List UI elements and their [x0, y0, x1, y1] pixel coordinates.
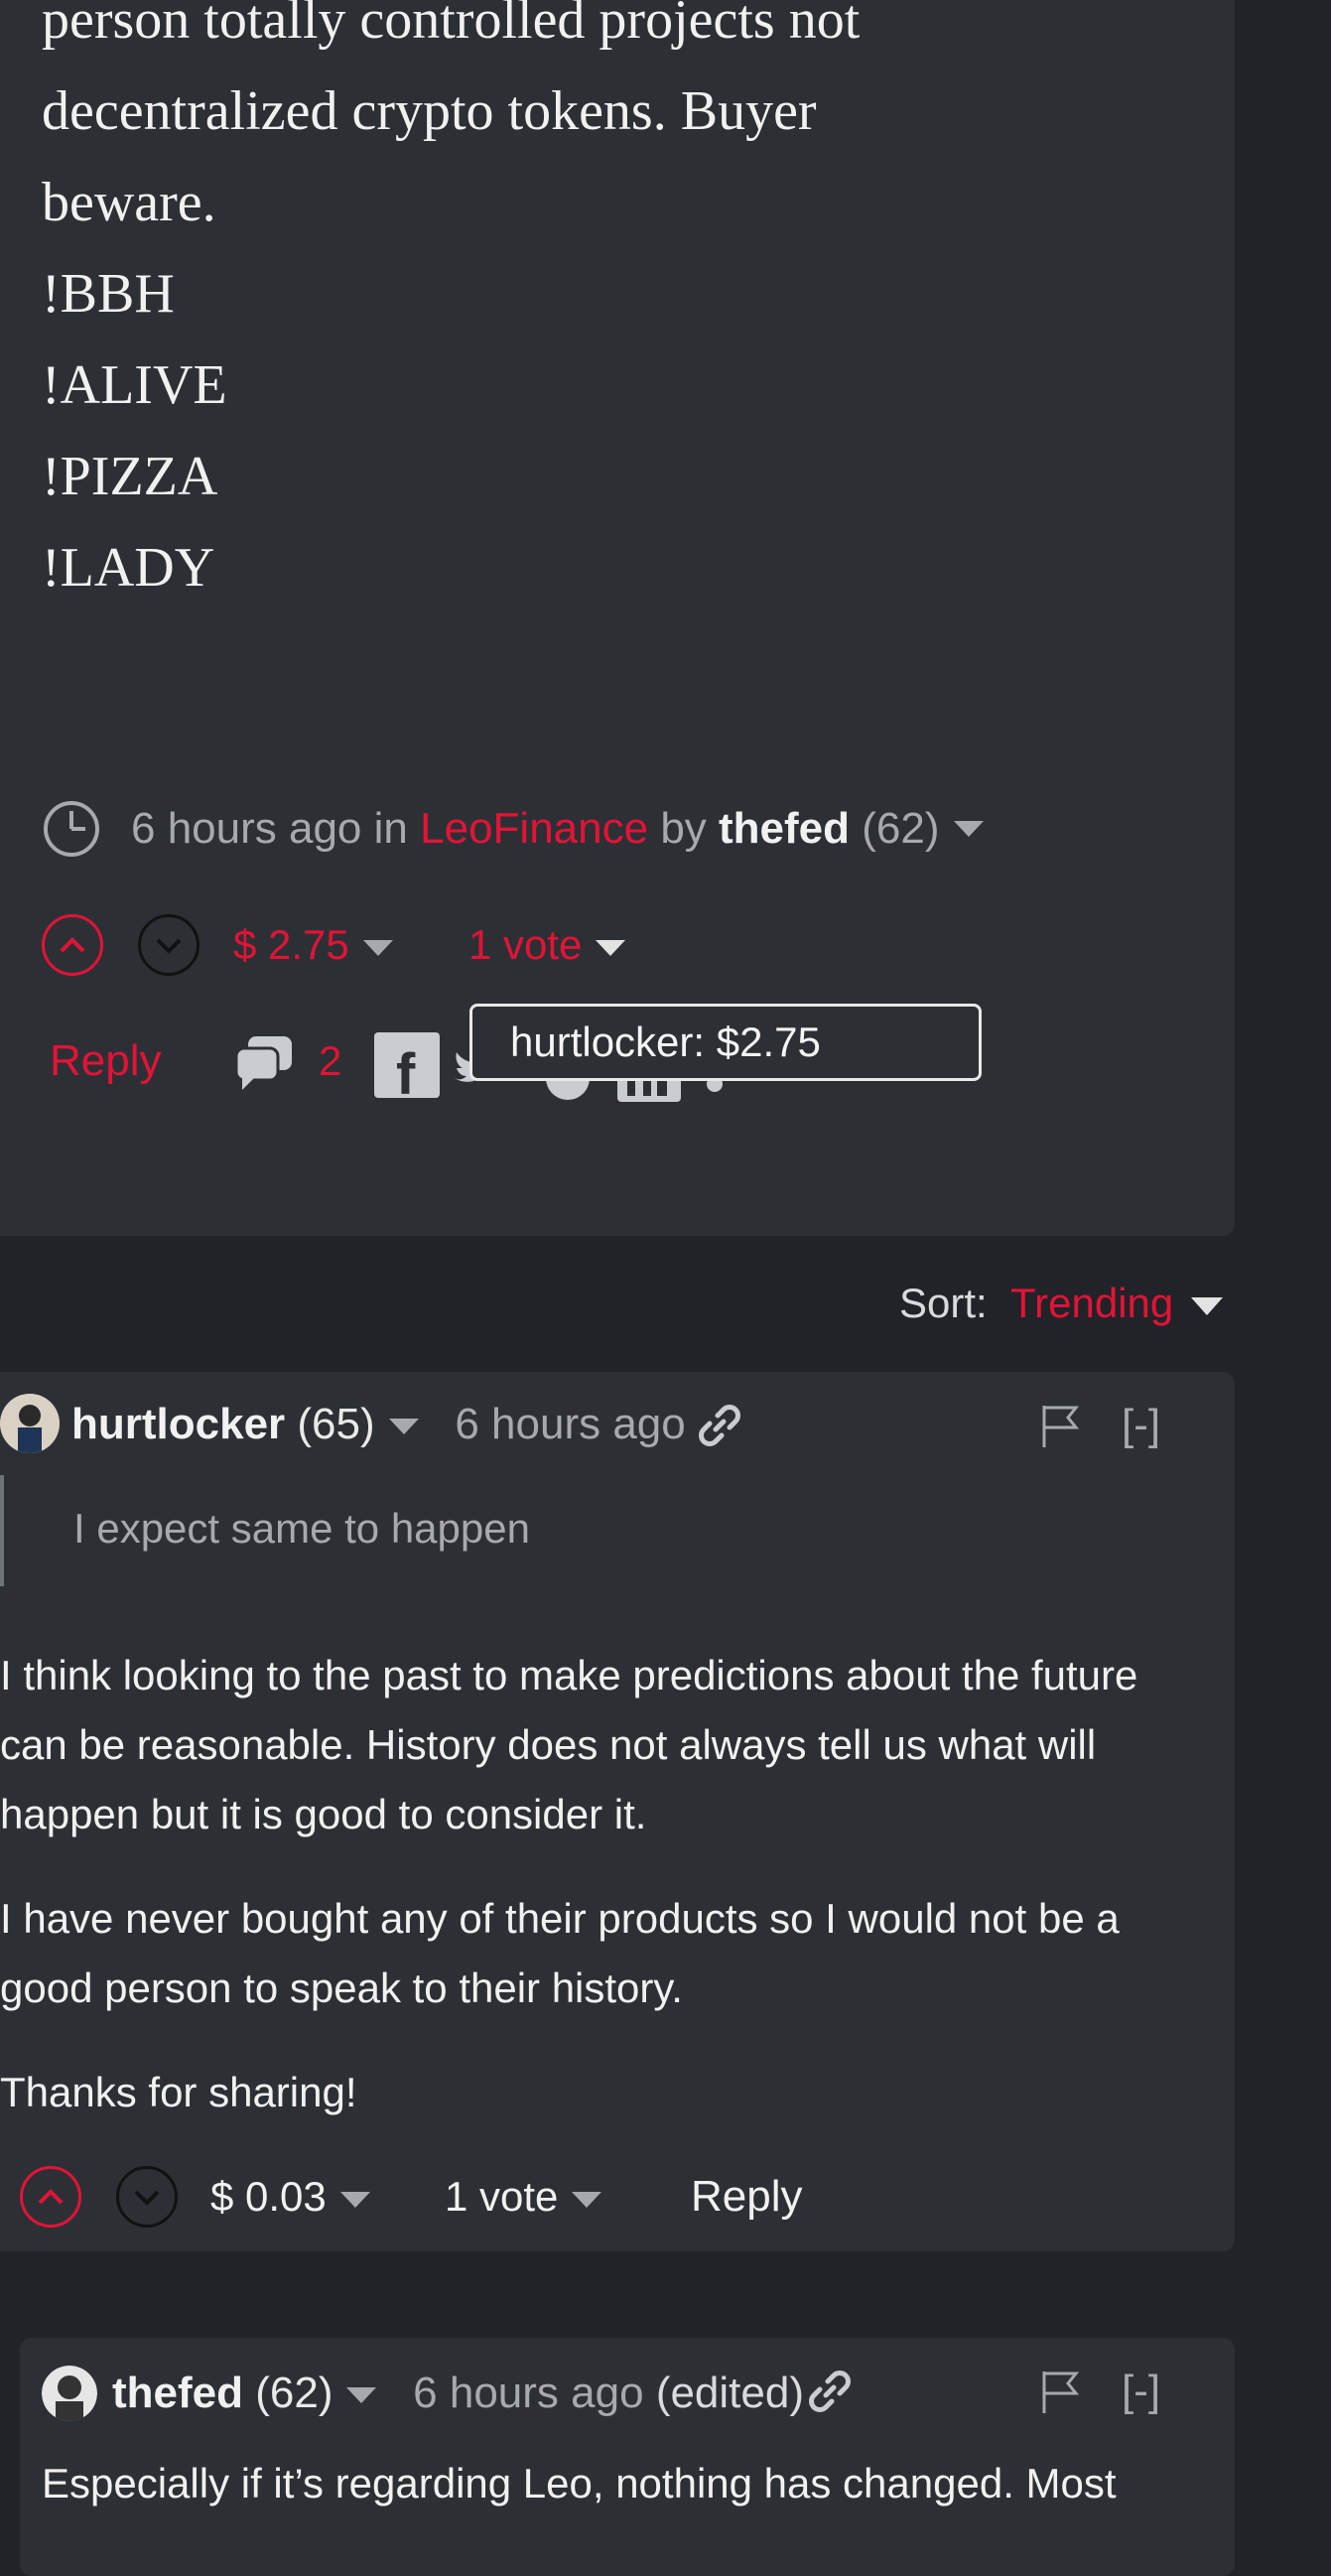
- post-text-line: decentralized crypto tokens. Buyer: [42, 80, 817, 142]
- comment-line: can be reasonable. History does not alwa…: [0, 1721, 1097, 1768]
- downvote-icon: [156, 938, 182, 954]
- by-word: by: [660, 804, 707, 853]
- post-time: 6 hours ago: [131, 804, 362, 853]
- author-link[interactable]: thefed: [719, 804, 850, 854]
- comments-icon[interactable]: [234, 1034, 296, 1090]
- comment-time[interactable]: 6 hours ago: [455, 1400, 685, 1448]
- author-reputation: (62): [862, 804, 940, 853]
- facebook-icon[interactable]: f: [374, 1032, 440, 1098]
- post-votes[interactable]: 1 vote: [468, 915, 626, 975]
- avatar[interactable]: [0, 1394, 60, 1453]
- chevron-down-icon: [339, 2191, 370, 2208]
- collapse-button[interactable]: [-]: [1122, 2362, 1160, 2421]
- reply-button[interactable]: Reply: [50, 1031, 162, 1091]
- comment-header: thefed (62) 6 hours ago (edited): [112, 2364, 804, 2423]
- post-text-line: !BBH: [42, 263, 175, 325]
- collapse-button[interactable]: [-]: [1122, 1396, 1160, 1455]
- chevron-down-icon[interactable]: [388, 1419, 419, 1435]
- flag-icon[interactable]: [1038, 2368, 1082, 2415]
- comment-count[interactable]: 2: [319, 1031, 341, 1091]
- link-icon[interactable]: [808, 2370, 852, 2413]
- comment-votes[interactable]: 1 vote: [445, 2167, 602, 2227]
- quote-bar: [0, 1475, 4, 1586]
- edited-label: (edited): [655, 2369, 804, 2417]
- chevron-down-icon: [362, 939, 393, 956]
- post-text-line: beware.: [42, 172, 216, 233]
- post-text-line: !ALIVE: [42, 354, 227, 416]
- comment-line: Especially if it’s regarding Leo, nothin…: [42, 2460, 1117, 2507]
- avatar[interactable]: [42, 2366, 97, 2421]
- comment-line: good person to speak to their history.: [0, 1965, 683, 2011]
- post-text-line: !LADY: [42, 537, 215, 599]
- comment-line: I have never bought any of their product…: [0, 1895, 1120, 1942]
- avatar-image: [0, 1394, 60, 1453]
- comment-header: hurtlocker (65) 6 hours ago: [71, 1394, 686, 1455]
- comment-line: Thanks for sharing!: [0, 2069, 357, 2115]
- sort-control[interactable]: Sort: Trending: [899, 1274, 1224, 1333]
- comment-payout[interactable]: $ 0.03: [210, 2167, 370, 2227]
- post-text-line: person totally controlled projects not: [42, 0, 861, 51]
- chevron-down-icon: [596, 939, 626, 956]
- clock-icon: [44, 801, 99, 857]
- downvote-button[interactable]: [138, 914, 200, 976]
- downvote-icon: [134, 2190, 160, 2206]
- vote-tooltip: hurtlocker: $2.75: [469, 1004, 982, 1081]
- upvote-icon: [60, 937, 85, 953]
- comment-author[interactable]: hurtlocker: [71, 1400, 285, 1448]
- comment-paragraph: Thanks for sharing!: [0, 2058, 357, 2127]
- reply-button[interactable]: Reply: [691, 2167, 803, 2227]
- chevron-down-icon[interactable]: [346, 2387, 377, 2404]
- upvote-icon: [38, 2189, 64, 2205]
- sort-label: Sort:: [899, 1280, 988, 1326]
- post-text-line: !PIZZA: [42, 446, 218, 507]
- votes-count: 1 vote: [445, 2173, 559, 2220]
- chevron-down-icon[interactable]: [953, 821, 984, 837]
- comment-paragraph: I think looking to the past to make pred…: [0, 1641, 1137, 1849]
- post-card: person totally controlled projects not d…: [0, 0, 1235, 1236]
- comment-reputation: (62): [255, 2369, 333, 2417]
- post-payout[interactable]: $ 2.75: [233, 915, 393, 975]
- votes-count: 1 vote: [468, 921, 583, 968]
- chevron-down-icon: [1191, 1296, 1224, 1315]
- comment-reputation: (65): [297, 1400, 375, 1448]
- payout-value: $ 0.03: [210, 2173, 327, 2220]
- svg-text:f: f: [396, 1042, 416, 1098]
- comment-paragraph: I have never bought any of their product…: [0, 1884, 1120, 2023]
- chevron-down-icon: [572, 2191, 602, 2208]
- comment-card: hurtlocker (65) 6 hours ago [-] I expect…: [0, 1372, 1235, 2251]
- downvote-button[interactable]: [116, 2166, 178, 2228]
- in-word: in: [373, 804, 408, 853]
- upvote-button[interactable]: [20, 2166, 81, 2228]
- comment-quote: I expect same to happen: [73, 1505, 530, 1552]
- avatar-image: [42, 2366, 97, 2421]
- comment-time[interactable]: 6 hours ago: [413, 2369, 643, 2417]
- payout-value: $ 2.75: [233, 921, 349, 968]
- comment-line: happen but it is good to consider it.: [0, 1791, 647, 1837]
- comment-author[interactable]: thefed: [112, 2369, 243, 2417]
- comment-line: I think looking to the past to make pred…: [0, 1652, 1138, 1698]
- upvote-button[interactable]: [42, 914, 103, 976]
- community-link[interactable]: LeoFinance: [420, 804, 648, 854]
- post-meta: 6 hours ago in LeoFinance by thefed (62): [42, 794, 984, 864]
- comment-card: thefed (62) 6 hours ago (edited) [-] Esp…: [20, 2338, 1235, 2576]
- flag-icon[interactable]: [1038, 1402, 1082, 1449]
- sort-value: Trending: [1010, 1280, 1174, 1326]
- link-icon[interactable]: [698, 1404, 741, 1447]
